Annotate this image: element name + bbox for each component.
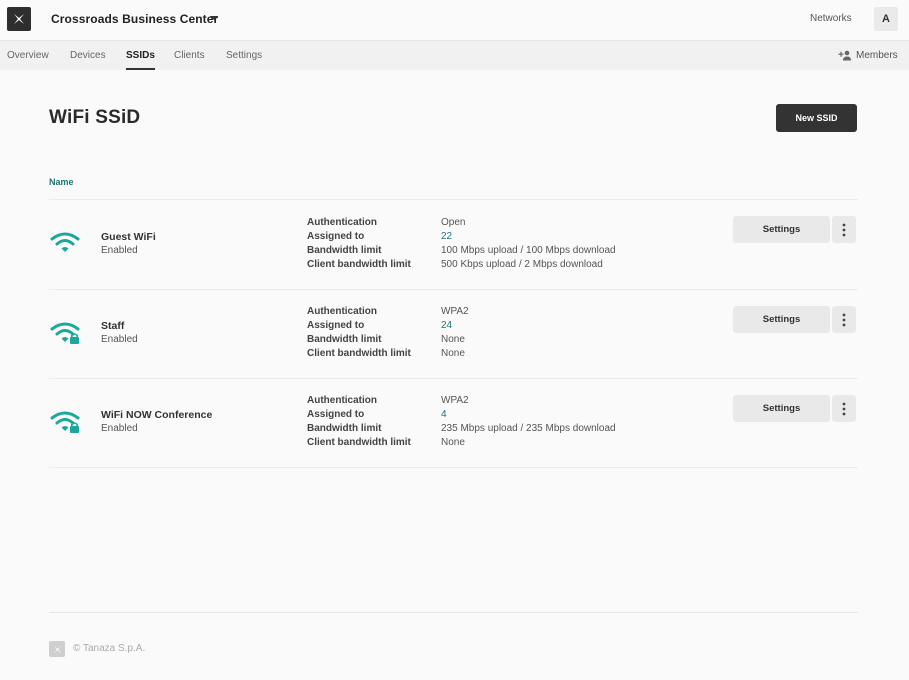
assigned-to-label: Assigned to xyxy=(307,320,365,331)
chevron-down-icon[interactable] xyxy=(210,16,218,20)
bandwidth-limit-label: Bandwidth limit xyxy=(307,334,382,345)
ssid-row-guest-wifi: Guest WiFi Enabled Authentication Assign… xyxy=(49,200,858,289)
organization-name[interactable]: Crossroads Business Center xyxy=(51,12,218,26)
bandwidth-limit-value: 100 Mbps upload / 100 Mbps download xyxy=(441,245,616,256)
add-member-icon xyxy=(838,50,851,61)
tab-devices[interactable]: Devices xyxy=(70,50,106,61)
wifi-icon xyxy=(50,232,80,252)
page-title: WiFi SSiD xyxy=(49,107,141,128)
client-bandwidth-limit-label: Client bandwidth limit xyxy=(307,437,411,448)
settings-button[interactable]: Settings xyxy=(733,395,830,422)
settings-button[interactable]: Settings xyxy=(733,216,830,243)
ssid-row-staff: Staff Enabled Authentication Assigned to… xyxy=(49,290,858,379)
footer-divider xyxy=(49,612,858,613)
more-vertical-icon xyxy=(842,313,846,326)
wifi-lock-icon xyxy=(50,322,80,344)
authentication-value: Open xyxy=(441,217,466,228)
authentication-label: Authentication xyxy=(307,395,377,406)
tab-settings[interactable]: Settings xyxy=(226,50,262,61)
authentication-value: WPA2 xyxy=(441,306,469,317)
assigned-to-label: Assigned to xyxy=(307,231,365,242)
client-bandwidth-limit-value: None xyxy=(441,437,465,448)
client-bandwidth-limit-label: Client bandwidth limit xyxy=(307,348,411,359)
new-ssid-button[interactable]: New SSID xyxy=(776,104,857,132)
ssid-status: Enabled xyxy=(101,245,138,256)
assigned-to-link[interactable]: 24 xyxy=(441,320,452,331)
authentication-label: Authentication xyxy=(307,306,377,317)
assigned-to-label: Assigned to xyxy=(307,409,365,420)
settings-button[interactable]: Settings xyxy=(733,306,830,333)
top-bar: Crossroads Business Center Networks A xyxy=(0,0,909,41)
ssid-name[interactable]: WiFi NOW Conference xyxy=(101,409,212,421)
more-options-button[interactable] xyxy=(832,306,856,333)
ssid-row-wifi-now-conference: WiFi NOW Conference Enabled Authenticati… xyxy=(49,379,858,468)
authentication-label: Authentication xyxy=(307,217,377,228)
ssid-name[interactable]: Staff xyxy=(101,320,124,332)
avatar[interactable]: A xyxy=(874,7,898,31)
assigned-to-link[interactable]: 22 xyxy=(441,231,452,242)
more-vertical-icon xyxy=(842,402,846,415)
bandwidth-limit-label: Bandwidth limit xyxy=(307,245,382,256)
members-button[interactable]: Members xyxy=(838,50,898,61)
active-tab-indicator xyxy=(126,68,155,70)
ssid-name[interactable]: Guest WiFi xyxy=(101,231,156,243)
more-options-button[interactable] xyxy=(832,395,856,422)
client-bandwidth-limit-value: 500 Kbps upload / 2 Mbps download xyxy=(441,259,603,270)
tab-bar: Overview Devices SSIDs Clients Settings … xyxy=(0,41,909,70)
client-bandwidth-limit-label: Client bandwidth limit xyxy=(307,259,411,270)
networks-link[interactable]: Networks xyxy=(810,13,852,24)
members-label: Members xyxy=(856,50,898,61)
tanaza-logo-icon xyxy=(49,641,65,657)
bandwidth-limit-value: 235 Mbps upload / 235 Mbps download xyxy=(441,423,616,434)
tab-clients[interactable]: Clients xyxy=(174,50,205,61)
client-bandwidth-limit-value: None xyxy=(441,348,465,359)
more-vertical-icon xyxy=(842,223,846,236)
footer-copyright: © Tanaza S.p.A. xyxy=(73,643,146,654)
bandwidth-limit-value: None xyxy=(441,334,465,345)
tab-ssids[interactable]: SSIDs xyxy=(126,50,155,61)
column-header-name[interactable]: Name xyxy=(49,177,74,187)
wifi-lock-icon xyxy=(50,411,80,433)
ssid-status: Enabled xyxy=(101,423,138,434)
ssid-status: Enabled xyxy=(101,334,138,345)
bandwidth-limit-label: Bandwidth limit xyxy=(307,423,382,434)
assigned-to-link[interactable]: 4 xyxy=(441,409,447,420)
more-options-button[interactable] xyxy=(832,216,856,243)
authentication-value: WPA2 xyxy=(441,395,469,406)
tanaza-logo-icon[interactable] xyxy=(7,7,31,31)
divider xyxy=(49,467,858,468)
tab-overview[interactable]: Overview xyxy=(7,50,49,61)
